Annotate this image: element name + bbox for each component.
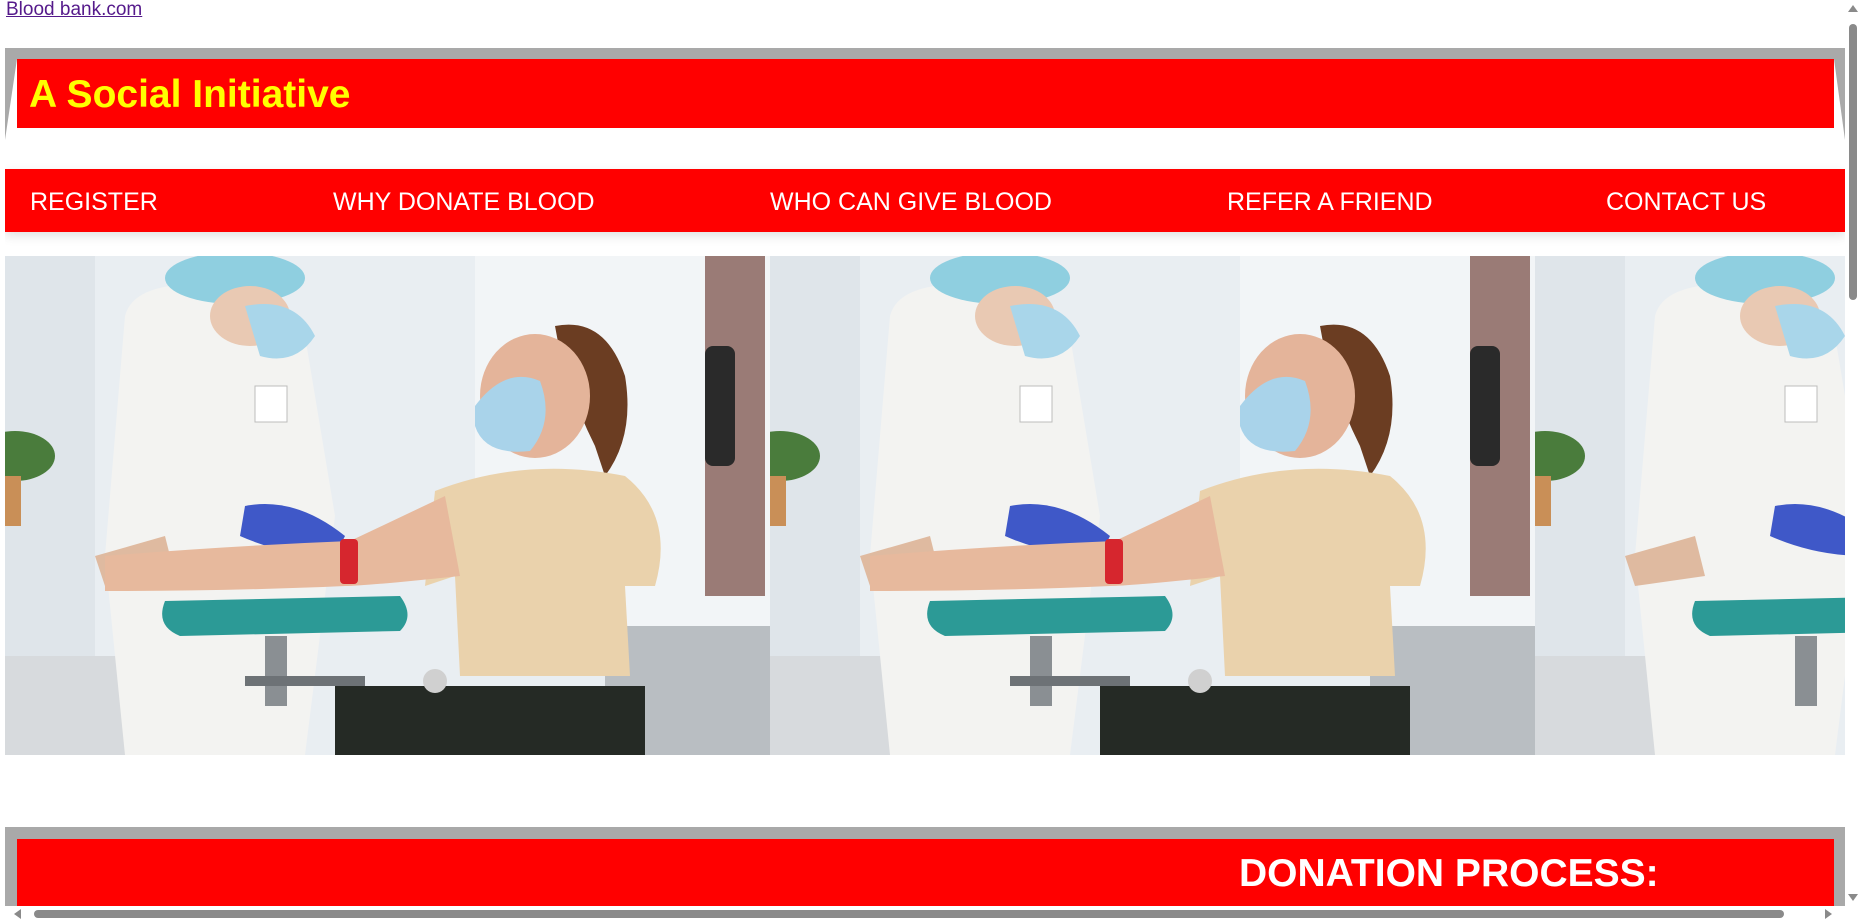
horizontal-scrollbar[interactable]: [0, 906, 1860, 921]
scroll-up-arrow-icon[interactable]: [1848, 5, 1858, 12]
site-title: A Social Initiative: [29, 73, 351, 116]
scroll-right-arrow-icon[interactable]: [1825, 909, 1832, 919]
vertical-scrollbar[interactable]: [1845, 0, 1860, 906]
hero-image: [1535, 256, 1845, 755]
nav-contact-us[interactable]: CONTACT US: [1606, 187, 1766, 217]
scroll-left-arrow-icon[interactable]: [14, 909, 21, 919]
scroll-down-arrow-icon[interactable]: [1848, 894, 1858, 901]
nav-who-can-give-blood[interactable]: WHO CAN GIVE BLOOD: [770, 187, 1052, 217]
hero-image: [5, 256, 770, 755]
nav-why-donate-blood[interactable]: WHY DONATE BLOOD: [333, 187, 595, 217]
horizontal-scroll-thumb[interactable]: [34, 910, 1784, 918]
main-nav: REGISTER WHY DONATE BLOOD WHO CAN GIVE B…: [5, 169, 1845, 232]
page-viewport: A Social Initiative REGISTER WHY DONATE …: [5, 0, 1845, 906]
vertical-scroll-thumb[interactable]: [1849, 24, 1857, 300]
hero-image: [770, 256, 1535, 755]
donation-process-title: DONATION PROCESS:: [1239, 852, 1659, 895]
hero-image-strip: [5, 256, 1845, 755]
nav-refer-a-friend[interactable]: REFER A FRIEND: [1227, 187, 1433, 217]
blood-donation-photo: [1535, 256, 1845, 755]
blood-donation-photo: [770, 256, 1535, 755]
blood-donation-photo: [5, 256, 770, 755]
nav-register[interactable]: REGISTER: [30, 187, 158, 217]
